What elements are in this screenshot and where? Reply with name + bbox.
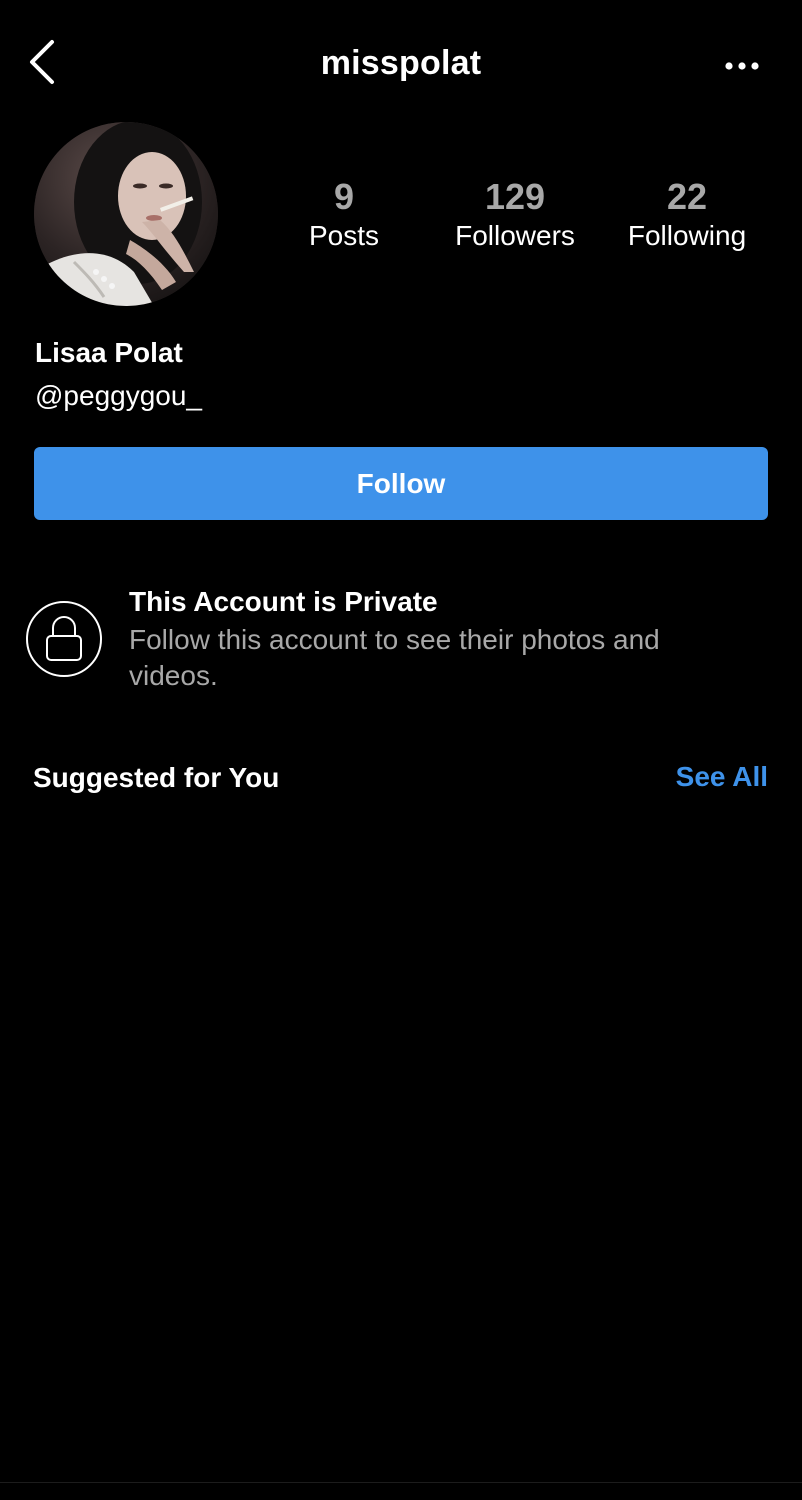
posts-count-label: Posts bbox=[308, 220, 380, 251]
suggested-section-title: Suggested for You bbox=[33, 762, 280, 793]
profile-handle: @peggygou_ bbox=[35, 380, 203, 411]
top-nav: misspolat bbox=[0, 0, 802, 130]
posts-count[interactable]: 9 Posts bbox=[284, 176, 404, 254]
more-horizontal-icon bbox=[725, 62, 759, 70]
page-title: misspolat bbox=[320, 44, 482, 82]
followers-count-value: 129 bbox=[484, 176, 546, 217]
profile-full-name: Lisaa Polat bbox=[35, 337, 183, 368]
follow-button[interactable]: Follow bbox=[34, 447, 768, 520]
following-count[interactable]: 22 Following bbox=[612, 176, 762, 254]
private-account-title: This Account is Private bbox=[129, 586, 438, 617]
more-options-button[interactable] bbox=[722, 56, 762, 76]
profile-stats: 9 Posts 129 Followers 22 Following bbox=[0, 176, 802, 266]
lock-icon bbox=[26, 601, 102, 677]
private-lock-badge bbox=[25, 600, 103, 678]
followers-count-label: Followers bbox=[455, 220, 575, 251]
posts-count-value: 9 bbox=[333, 176, 355, 217]
following-count-label: Following bbox=[627, 220, 747, 251]
bottom-divider bbox=[0, 1482, 802, 1483]
profile-screen: misspolat 9 Posts 129 Followers 22 Follo… bbox=[0, 0, 802, 1500]
following-count-value: 22 bbox=[666, 176, 708, 217]
private-account-description: Follow this account to see their photos … bbox=[129, 624, 660, 691]
followers-count[interactable]: 129 Followers bbox=[440, 176, 590, 254]
see-all-link[interactable]: See All bbox=[676, 761, 768, 793]
